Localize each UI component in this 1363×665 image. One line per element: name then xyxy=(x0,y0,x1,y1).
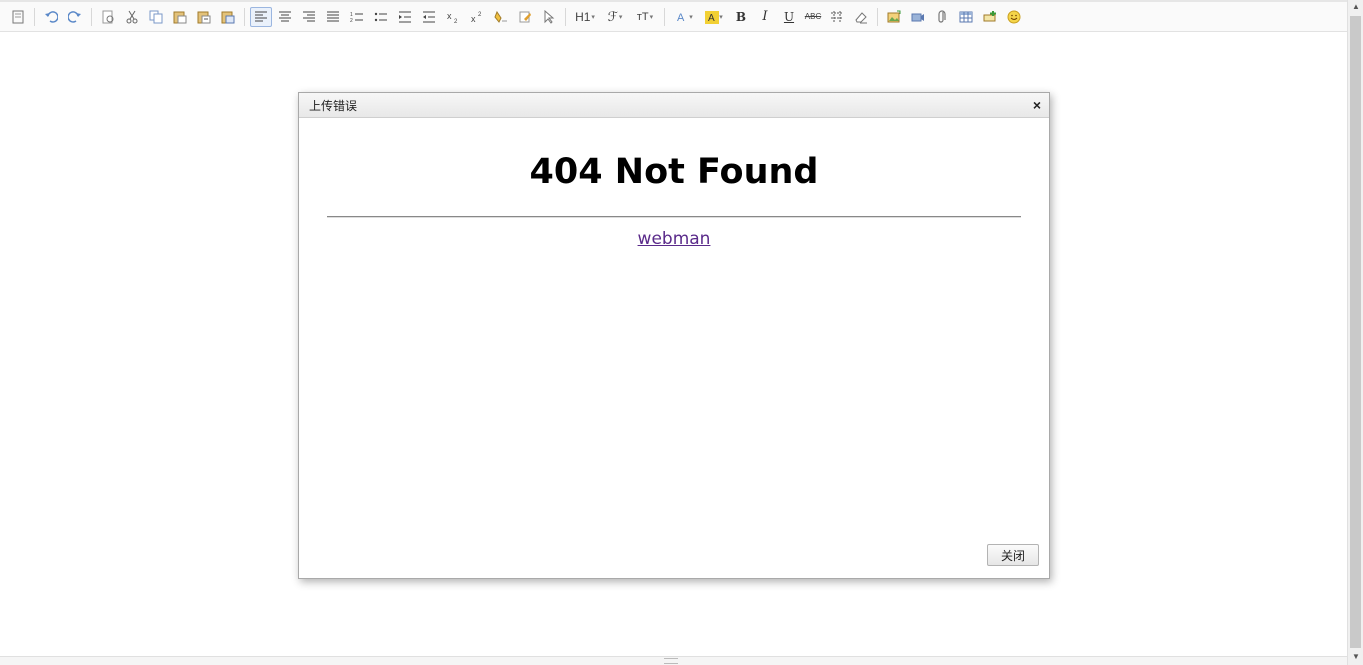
toolbar-divider xyxy=(91,7,92,26)
bold-label: B xyxy=(735,9,747,24)
border-icon[interactable] xyxy=(826,7,848,27)
chevron-down-icon: ▾ xyxy=(618,13,623,21)
clear-format-icon[interactable] xyxy=(490,7,512,27)
ordered-list-icon[interactable]: 12 xyxy=(346,7,368,27)
divider xyxy=(327,216,1021,218)
toolbar-divider xyxy=(565,7,566,26)
outdent-icon[interactable] xyxy=(418,7,440,27)
resize-handle[interactable] xyxy=(664,658,678,664)
paste-plain-icon[interactable] xyxy=(193,7,215,27)
align-right-icon[interactable] xyxy=(298,7,320,27)
svg-text:2: 2 xyxy=(454,19,458,24)
undo-icon[interactable] xyxy=(40,7,62,27)
image-icon[interactable] xyxy=(883,7,905,27)
svg-text:2: 2 xyxy=(350,18,353,23)
source-icon[interactable] xyxy=(7,7,29,27)
toolbar-divider xyxy=(664,7,665,26)
align-center-icon[interactable] xyxy=(274,7,296,27)
strikethrough-label: ABC xyxy=(804,12,822,21)
scroll-down-icon[interactable]: ▼ xyxy=(1348,650,1363,664)
copy-icon[interactable] xyxy=(145,7,167,27)
eraser-icon[interactable] xyxy=(850,7,872,27)
highlight-color-icon[interactable]: A ▾ xyxy=(700,7,728,27)
chevron-down-icon: ▾ xyxy=(649,13,654,21)
insert-row-icon[interactable] xyxy=(979,7,1001,27)
scroll-thumb[interactable] xyxy=(1350,16,1361,648)
svg-text:A: A xyxy=(708,13,715,24)
superscript-icon[interactable]: x2 xyxy=(466,7,488,27)
heading-dropdown[interactable]: H1 ▾ xyxy=(571,7,599,27)
preview-icon[interactable] xyxy=(97,7,119,27)
font-size-dropdown[interactable]: ᴛT ▾ xyxy=(631,7,659,27)
svg-text:x: x xyxy=(471,14,476,24)
dialog-body: 404 Not Found webman xyxy=(299,119,1049,529)
font-color-icon[interactable]: A ▾ xyxy=(670,7,698,27)
strikethrough-button[interactable]: ABC xyxy=(802,7,824,27)
chevron-down-icon: ▾ xyxy=(591,13,595,21)
italic-label: I xyxy=(762,9,768,24)
svg-text:x: x xyxy=(447,11,452,21)
vertical-scrollbar[interactable]: ▲ ▼ xyxy=(1347,0,1363,665)
svg-text:2: 2 xyxy=(478,12,482,18)
paste-icon[interactable] xyxy=(169,7,191,27)
underline-button[interactable]: U xyxy=(778,7,800,27)
dialog-title: 上传错误 xyxy=(309,98,358,113)
error-heading: 404 Not Found xyxy=(529,152,819,192)
font-size-label: ᴛT xyxy=(636,10,649,23)
video-icon[interactable] xyxy=(907,7,929,27)
paste-word-icon[interactable] xyxy=(217,7,239,27)
bold-button[interactable]: B xyxy=(730,7,752,27)
format-brush-icon[interactable] xyxy=(514,7,536,27)
editor-toolbar: 12 x2 x2 H1 ▾ ℱ ▾ ᴛT ▾ A ▾ A ▾ B I U ABC xyxy=(0,0,1347,32)
redo-icon[interactable] xyxy=(64,7,86,27)
toolbar-divider xyxy=(34,7,35,26)
font-family-dropdown[interactable]: ℱ ▾ xyxy=(601,7,629,27)
toolbar-divider xyxy=(877,7,878,26)
toolbar-divider xyxy=(244,7,245,26)
editor-statusbar xyxy=(0,656,1347,665)
close-button[interactable]: 关闭 xyxy=(987,544,1039,566)
table-icon[interactable] xyxy=(955,7,977,27)
align-left-icon[interactable] xyxy=(250,6,272,27)
select-all-icon[interactable] xyxy=(538,7,560,27)
unordered-list-icon[interactable] xyxy=(370,7,392,27)
chevron-down-icon: ▾ xyxy=(719,13,723,21)
italic-button[interactable]: I xyxy=(754,7,776,27)
underline-label: U xyxy=(783,9,795,24)
upload-error-dialog: 上传错误 × 404 Not Found webman 关闭 xyxy=(298,92,1050,579)
heading-label: H1 xyxy=(575,9,591,24)
chevron-down-icon: ▾ xyxy=(689,13,693,21)
justify-icon[interactable] xyxy=(322,7,344,27)
close-icon[interactable]: × xyxy=(1033,97,1041,113)
server-link[interactable]: webman xyxy=(638,229,711,249)
subscript-icon[interactable]: x2 xyxy=(442,7,464,27)
indent-icon[interactable] xyxy=(394,7,416,27)
dialog-titlebar[interactable]: 上传错误 × xyxy=(299,93,1049,118)
svg-text:A: A xyxy=(677,12,685,24)
attachment-icon[interactable] xyxy=(931,7,953,27)
emoji-icon[interactable] xyxy=(1003,7,1025,27)
cut-icon[interactable] xyxy=(121,7,143,27)
scroll-up-icon[interactable]: ▲ xyxy=(1348,0,1363,14)
font-family-label: ℱ xyxy=(607,8,618,24)
